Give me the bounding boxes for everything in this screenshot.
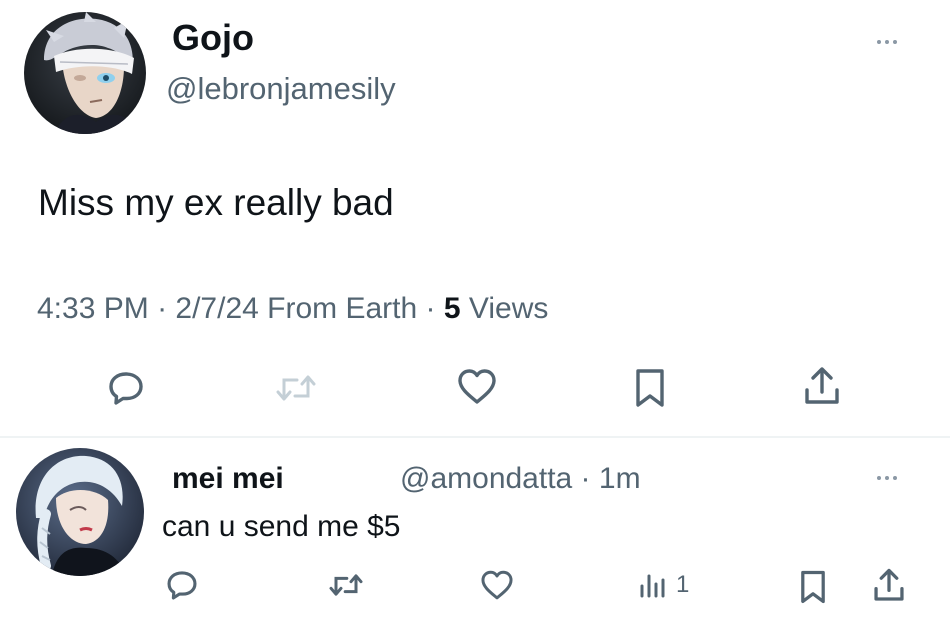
like-icon[interactable] — [454, 366, 500, 408]
share-icon[interactable] — [870, 566, 908, 606]
user-handle[interactable]: @amondatta · 1m — [400, 460, 641, 498]
tweet-meta: 4:33 PM · 2/7/24 From Earth · 5 Views — [37, 290, 548, 328]
reply-icon[interactable] — [163, 566, 201, 604]
reply-text: can u send me $5 — [162, 510, 401, 543]
display-name[interactable]: Gojo — [172, 16, 254, 60]
meta-separator: · — [417, 292, 444, 325]
tweet-date[interactable]: 2/7/24 — [175, 292, 258, 325]
retweet-icon[interactable] — [326, 568, 366, 602]
reply-icon[interactable] — [104, 366, 148, 410]
tweet-source: From Earth — [258, 292, 418, 325]
views-button[interactable]: 1 — [638, 570, 689, 600]
more-options-icon[interactable] — [877, 476, 897, 480]
user-handle[interactable]: @lebronjamesily — [166, 70, 396, 108]
views-count: 5 — [443, 292, 461, 325]
tweet-screenshot: Gojo @lebronjamesily Miss my ex really b… — [0, 0, 950, 625]
more-options-icon[interactable] — [877, 40, 897, 44]
like-icon[interactable] — [478, 568, 516, 603]
views-count: 1 — [676, 571, 690, 598]
views-icon — [640, 574, 665, 598]
tweet-text: Miss my ex really bad — [38, 182, 394, 223]
avatar[interactable] — [16, 448, 144, 576]
share-icon[interactable] — [800, 364, 844, 410]
display-name[interactable]: mei mei — [172, 460, 284, 498]
divider — [0, 436, 950, 438]
meta-separator: · — [148, 292, 176, 325]
avatar[interactable] — [24, 12, 146, 134]
tweet-time[interactable]: 4:33 PM — [37, 292, 149, 325]
bookmark-icon[interactable] — [796, 568, 830, 606]
bookmark-icon[interactable] — [630, 366, 670, 410]
main-tweet: Gojo @lebronjamesily Miss my ex really b… — [0, 0, 950, 436]
views-label: Views — [460, 292, 549, 325]
retweet-icon[interactable] — [272, 368, 320, 408]
